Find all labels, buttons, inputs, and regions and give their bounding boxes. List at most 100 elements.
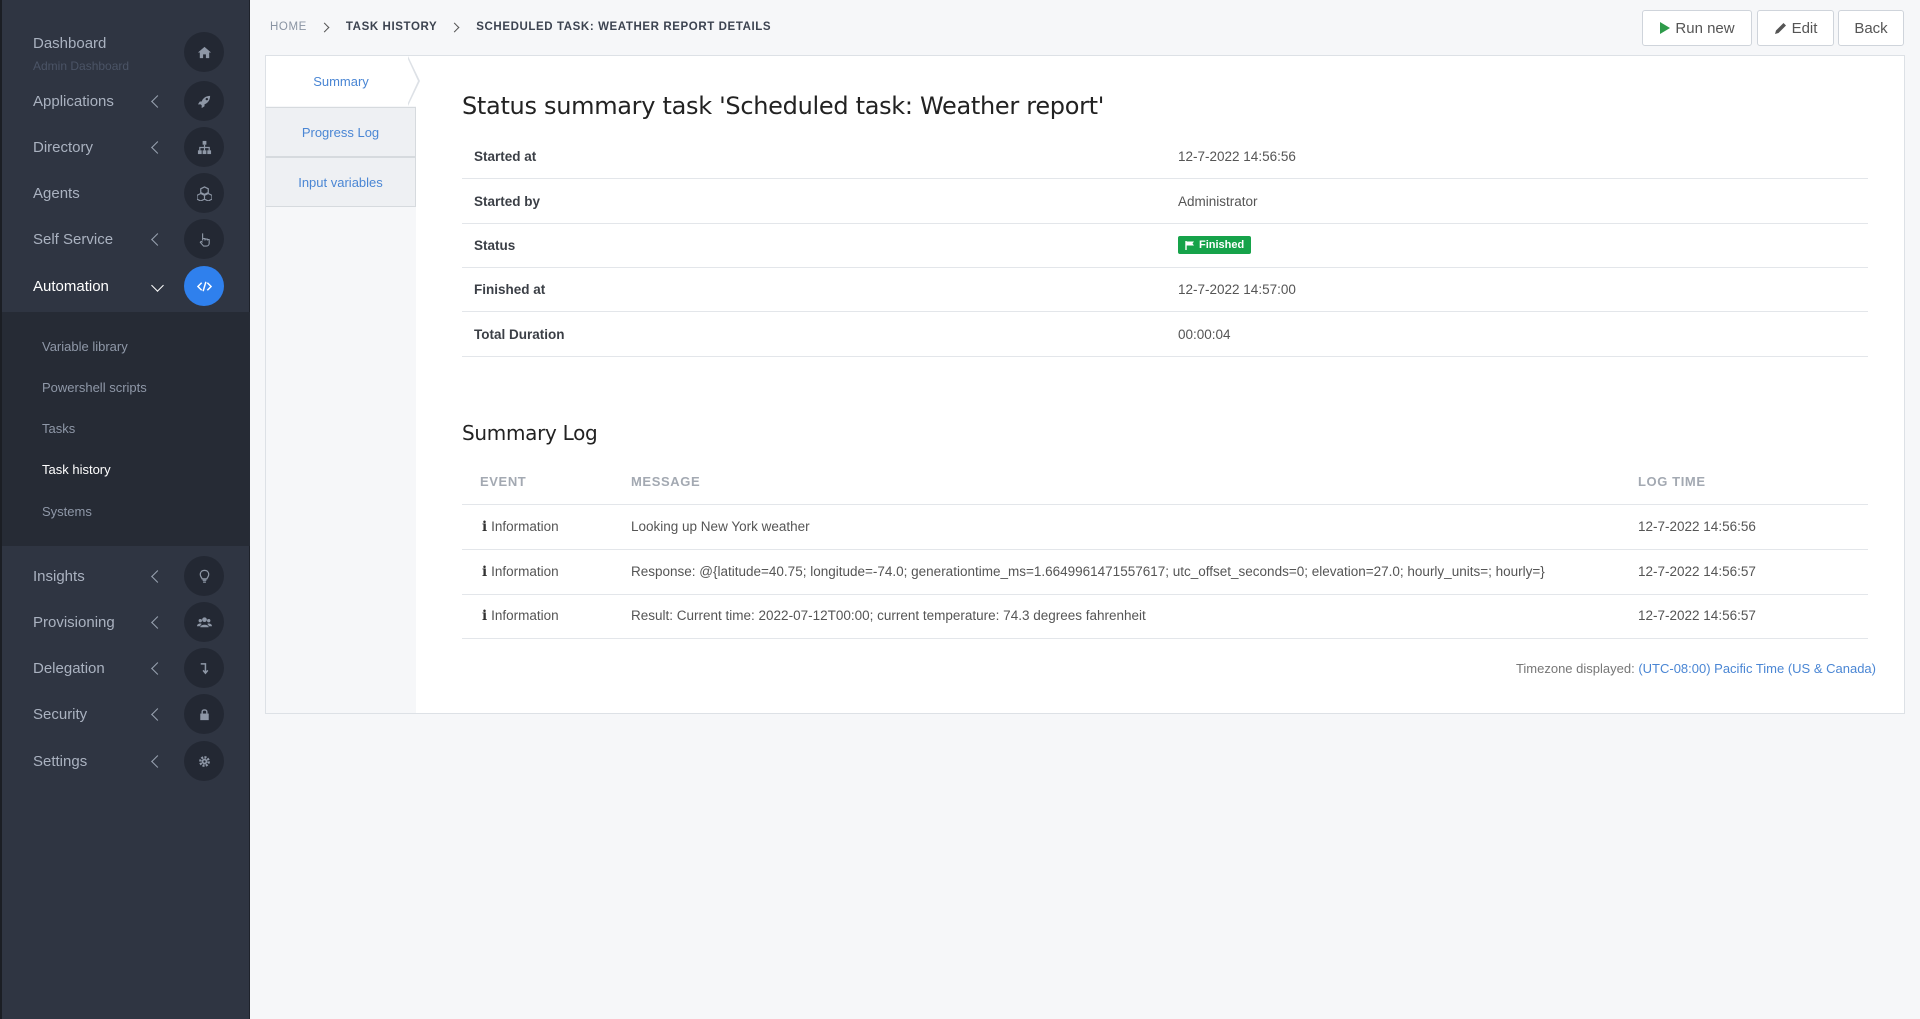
breadcrumb-home[interactable]: Home (270, 21, 307, 33)
submenu-item-powershell-scripts[interactable]: Powershell scripts (42, 380, 147, 395)
chevron-right-icon (449, 22, 460, 32)
tab-label: Summary (313, 73, 369, 89)
nav-security[interactable]: Security (2, 691, 250, 737)
log-time: 12-7-2022 14:56:57 (1638, 608, 1756, 623)
log-event: i Information (482, 564, 559, 580)
kv-row-started-at: Started at 12-7-2022 14:56:56 (462, 134, 1868, 179)
nav-automation[interactable]: Automation (2, 263, 250, 309)
tab-summary[interactable]: Summary (266, 56, 416, 106)
kv-value: 00:00:04 (1178, 326, 1231, 342)
run-new-button[interactable]: Run new (1642, 10, 1752, 46)
nav-insights[interactable]: Insights (2, 553, 250, 599)
tab-input-variables[interactable]: Input variables (266, 157, 416, 207)
nav-dashboard[interactable]: Dashboard Admin Dashboard (2, 29, 250, 75)
table-row: i Information Result: Current time: 2022-… (462, 594, 1868, 639)
nav-agents[interactable]: Agents (2, 170, 250, 216)
pencil-icon (1774, 22, 1786, 34)
chevron-left-icon (151, 569, 164, 583)
active-tab-arrow-fill (407, 57, 418, 105)
nav-label: Settings (33, 752, 88, 770)
nav-label: Agents (33, 184, 80, 202)
nav-directory[interactable]: Directory (2, 124, 250, 170)
level-down-icon (184, 648, 224, 688)
back-label: Back (1854, 19, 1888, 37)
breadcrumb: Home Task history Scheduled task: Weathe… (270, 21, 771, 33)
nav-label: Security (33, 705, 88, 723)
nav-delegation[interactable]: Delegation (2, 645, 250, 691)
chevron-left-icon (151, 707, 164, 721)
tab-list: Summary Progress Log Input variables (266, 56, 420, 713)
chevron-down-icon (151, 279, 164, 292)
kv-key: Started by (474, 193, 541, 209)
tab-progress-log[interactable]: Progress Log (266, 107, 416, 157)
log-event: i Information (482, 519, 559, 535)
chevron-left-icon (151, 754, 164, 768)
kv-key: Started at (474, 148, 537, 164)
status-badge: Finished (1178, 236, 1252, 254)
log-event-label: Information (491, 519, 559, 534)
log-message: Looking up New York weather (631, 519, 810, 534)
col-log-time: Log time (1638, 474, 1706, 489)
info-icon: i (482, 564, 488, 580)
chevron-left-icon (151, 232, 164, 246)
chevron-left-icon (151, 615, 164, 629)
nav-label: Applications (33, 92, 114, 110)
lightbulb-icon (184, 556, 224, 596)
log-message: Result: Current time: 2022-07-12T00:00; … (631, 608, 1146, 623)
submenu-item-task-history[interactable]: Task history (42, 462, 111, 477)
nav-label: Directory (33, 138, 94, 156)
breadcrumb-task-history[interactable]: Task history (346, 21, 437, 33)
rocket-icon (184, 81, 224, 121)
info-icon: i (482, 519, 488, 535)
table-row: i Information Response: @{latitude=40.75;… (462, 550, 1868, 595)
back-button[interactable]: Back (1838, 10, 1904, 46)
summary-log-title: Summary Log (462, 421, 598, 445)
cubes-icon (184, 173, 224, 213)
info-icon: i (482, 608, 488, 624)
timezone-link[interactable]: (UTC-08:00) Pacific Time (US & Canada) (1638, 661, 1876, 676)
chevron-left-icon (151, 94, 164, 108)
hand-pointer-icon (184, 219, 224, 259)
submenu-item-variable-library[interactable]: Variable library (42, 339, 128, 354)
chevron-left-icon (151, 140, 164, 154)
submenu-item-tasks[interactable]: Tasks (42, 421, 75, 436)
nav-label: Self Service (33, 230, 114, 248)
run-new-label: Run new (1675, 19, 1735, 37)
nav-provisioning[interactable]: Provisioning (2, 599, 250, 645)
lock-icon (184, 694, 224, 734)
kv-key: Status (474, 237, 516, 253)
nav-self-service[interactable]: Self Service (2, 216, 250, 262)
chevron-left-icon (151, 661, 164, 675)
edit-label: Edit (1791, 19, 1818, 37)
automation-submenu: Variable library Powershell scripts Task… (2, 312, 250, 546)
task-detail-card: Summary Progress Log Input variables Sta… (265, 55, 1905, 714)
nav-sublabel: Admin Dashboard (33, 59, 130, 73)
kv-key: Finished at (474, 281, 546, 297)
timezone-label: Timezone displayed: (1515, 661, 1635, 676)
flag-checkered-icon (1185, 240, 1194, 250)
nav-applications[interactable]: Applications (2, 78, 250, 124)
play-icon (1660, 22, 1671, 34)
kv-value: 12-7-2022 14:57:00 (1178, 281, 1296, 297)
log-time: 12-7-2022 14:56:56 (1638, 519, 1756, 534)
breadcrumb-current: Scheduled task: Weather report details (476, 21, 772, 33)
submenu-item-systems[interactable]: Systems (42, 504, 92, 519)
nav-label: Provisioning (33, 613, 115, 631)
gear-icon (184, 741, 224, 781)
log-message: Response: @{latitude=40.75; longitude=-7… (631, 564, 1545, 579)
log-event-label: Information (491, 564, 559, 579)
kv-row-finished-at: Finished at 12-7-2022 14:57:00 (462, 267, 1868, 312)
sidebar: Dashboard Admin Dashboard Applications D… (0, 0, 250, 1019)
nav-settings[interactable]: Settings (2, 738, 250, 784)
nav-label: Insights (33, 567, 85, 585)
kv-value: Finished (1178, 236, 1252, 254)
tab-label: Input variables (298, 174, 383, 190)
table-row: i Information Looking up New York weather… (462, 505, 1868, 550)
edit-button[interactable]: Edit (1757, 10, 1834, 46)
nav-label: Dashboard (33, 35, 107, 52)
kv-key: Total Duration (474, 326, 565, 342)
users-icon (184, 602, 224, 642)
code-icon (184, 266, 224, 306)
status-badge-label: Finished (1199, 239, 1245, 251)
nav-label: Automation (33, 277, 109, 295)
